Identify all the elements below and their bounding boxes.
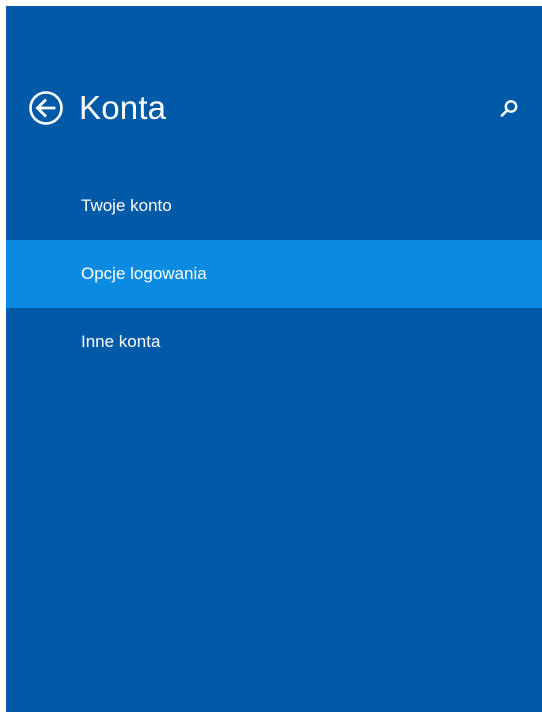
nav-item-inne-konta[interactable]: Inne konta (6, 308, 542, 376)
nav-item-label: Twoje konto (81, 196, 172, 215)
back-arrow-circle-icon (29, 91, 63, 125)
search-button[interactable] (496, 96, 522, 122)
nav-list: Twoje konto Opcje logowania Inne konta (6, 172, 542, 376)
nav-item-twoje-konto[interactable]: Twoje konto (6, 172, 542, 240)
header: Konta (6, 84, 542, 134)
back-button[interactable] (28, 90, 64, 126)
nav-item-opcje-logowania[interactable]: Opcje logowania (6, 240, 542, 308)
page-title: Konta (79, 89, 167, 126)
nav-item-label: Opcje logowania (81, 264, 207, 283)
search-icon (500, 100, 518, 117)
settings-pane: Konta Twoje konto Opcje logowania Inne k… (6, 6, 542, 712)
nav-item-label: Inne konta (81, 332, 161, 351)
